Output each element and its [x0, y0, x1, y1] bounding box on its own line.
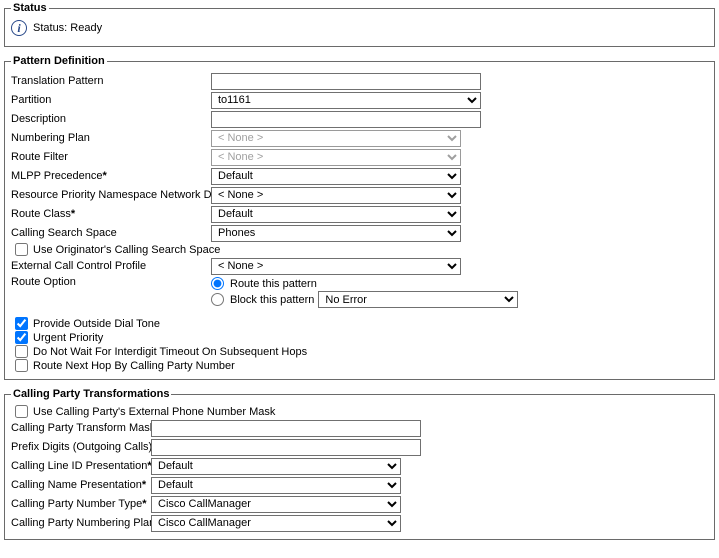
- block-reason-select[interactable]: No Error: [318, 291, 518, 308]
- clid-pres-select[interactable]: Default: [151, 458, 401, 475]
- css-label: Calling Search Space: [11, 227, 211, 239]
- translation-pattern-input[interactable]: [211, 73, 481, 90]
- mlpp-label: MLPP Precedence: [11, 170, 211, 182]
- mlpp-select[interactable]: Default: [211, 168, 461, 185]
- provide-dial-tone-label: Provide Outside Dial Tone: [33, 318, 160, 330]
- cp-num-type-select[interactable]: Cisco CallManager: [151, 496, 401, 513]
- route-filter-label: Route Filter: [11, 151, 211, 163]
- route-this-pattern-label: Route this pattern: [230, 278, 317, 290]
- use-mask-checkbox[interactable]: [15, 405, 28, 418]
- cname-pres-label: Calling Name Presentation: [11, 479, 151, 491]
- description-input[interactable]: [211, 111, 481, 128]
- route-class-label: Route Class: [11, 208, 211, 220]
- route-filter-select[interactable]: < None >: [211, 149, 461, 166]
- clid-pres-label: Calling Line ID Presentation: [11, 460, 151, 472]
- urgent-priority-checkbox[interactable]: [15, 331, 28, 344]
- status-text: Status: Ready: [33, 22, 102, 34]
- pattern-definition-legend: Pattern Definition: [11, 55, 107, 67]
- numbering-plan-select[interactable]: < None >: [211, 130, 461, 147]
- route-next-hop-label: Route Next Hop By Calling Party Number: [33, 360, 235, 372]
- description-label: Description: [11, 113, 211, 125]
- partition-select[interactable]: to1161: [211, 92, 481, 109]
- urgent-priority-label: Urgent Priority: [33, 332, 103, 344]
- cname-pres-select[interactable]: Default: [151, 477, 401, 494]
- calling-party-transformations-group: Calling Party Transformations Use Callin…: [4, 388, 715, 540]
- rpnnd-label: Resource Priority Namespace Network Doma…: [11, 189, 211, 201]
- block-this-pattern-radio[interactable]: [211, 293, 224, 306]
- no-wait-checkbox[interactable]: [15, 345, 28, 358]
- cpt-legend: Calling Party Transformations: [11, 388, 171, 400]
- use-orig-css-label: Use Originator's Calling Search Space: [33, 244, 220, 256]
- rpnnd-select[interactable]: < None >: [211, 187, 461, 204]
- info-icon: i: [11, 20, 27, 36]
- eccp-select[interactable]: < None >: [211, 258, 461, 275]
- cp-num-plan-select[interactable]: Cisco CallManager: [151, 515, 401, 532]
- eccp-label: External Call Control Profile: [11, 260, 211, 272]
- use-mask-label: Use Calling Party's External Phone Numbe…: [33, 406, 275, 418]
- cp-num-type-label: Calling Party Number Type: [11, 498, 151, 510]
- use-orig-css-checkbox[interactable]: [15, 243, 28, 256]
- route-option-label: Route Option: [11, 276, 211, 288]
- route-class-select[interactable]: Default: [211, 206, 461, 223]
- transform-mask-input[interactable]: [151, 420, 421, 437]
- translation-pattern-label: Translation Pattern: [11, 75, 211, 87]
- block-this-pattern-label: Block this pattern: [230, 294, 314, 306]
- status-legend: Status: [11, 2, 49, 14]
- partition-label: Partition: [11, 94, 211, 106]
- css-select[interactable]: Phones: [211, 225, 461, 242]
- provide-dial-tone-checkbox[interactable]: [15, 317, 28, 330]
- prefix-digits-label: Prefix Digits (Outgoing Calls): [11, 441, 151, 453]
- prefix-digits-input[interactable]: [151, 439, 421, 456]
- route-this-pattern-radio[interactable]: [211, 277, 224, 290]
- status-group: Status i Status: Ready: [4, 2, 715, 47]
- cp-num-plan-label: Calling Party Numbering Plan: [11, 517, 151, 529]
- no-wait-label: Do Not Wait For Interdigit Timeout On Su…: [33, 346, 307, 358]
- route-next-hop-checkbox[interactable]: [15, 359, 28, 372]
- numbering-plan-label: Numbering Plan: [11, 132, 211, 144]
- pattern-definition-group: Pattern Definition Translation Pattern P…: [4, 55, 715, 380]
- transform-mask-label: Calling Party Transform Mask: [11, 422, 151, 434]
